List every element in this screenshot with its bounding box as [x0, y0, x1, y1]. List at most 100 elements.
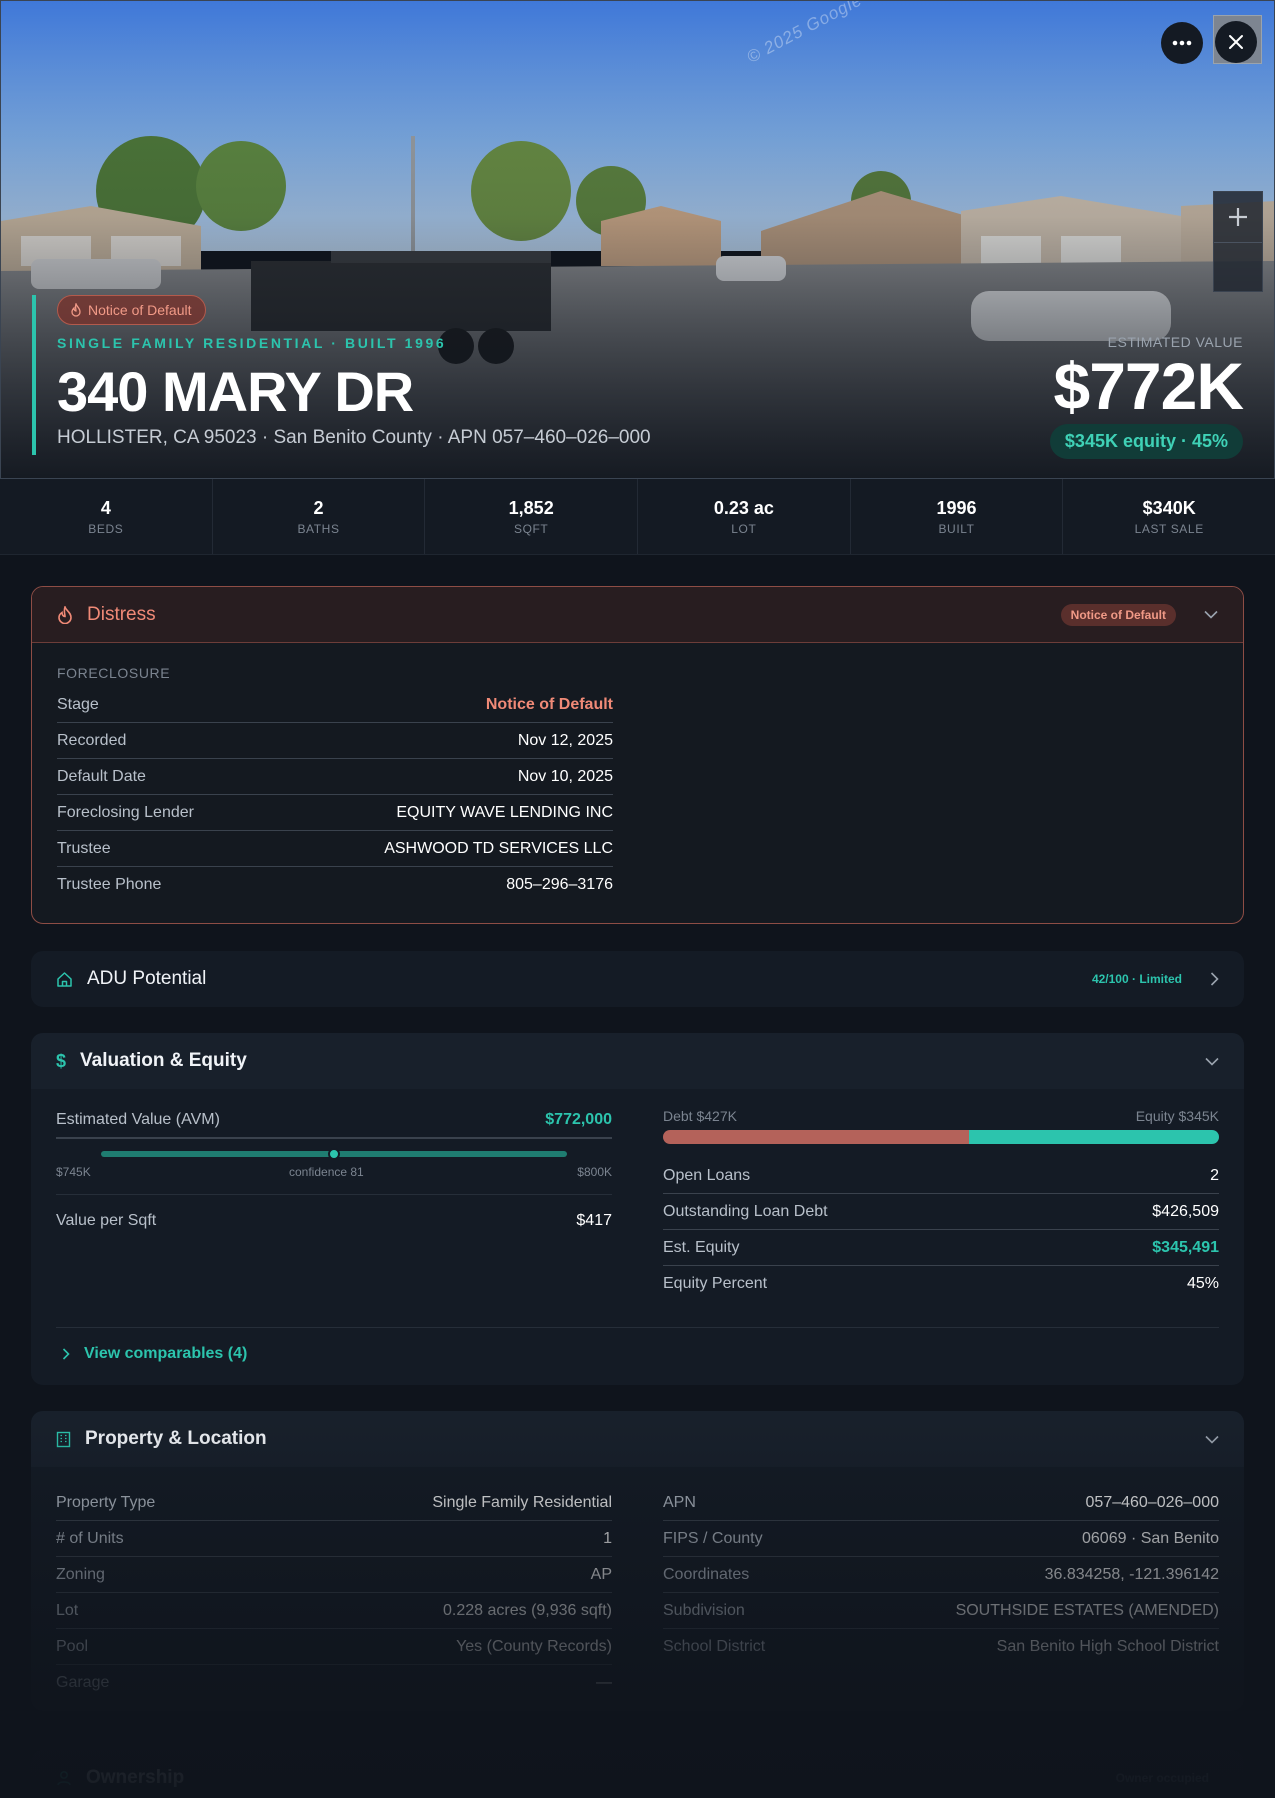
property-address: 340 MARY DR	[57, 360, 414, 423]
kv-value: 36.834258, -121.396142	[1044, 1565, 1219, 1583]
kv-key: Pool	[56, 1637, 89, 1655]
kv-row: Stage Notice of Default	[57, 687, 613, 723]
vps-value: $417	[576, 1212, 612, 1229]
adu-potential-card[interactable]: ADU Potential 42/100 · Limited	[31, 951, 1244, 1007]
kv-key: Subdivision	[663, 1601, 745, 1619]
kv-key: Open Loans	[663, 1166, 751, 1184]
kv-value: 2	[1210, 1166, 1219, 1184]
kv-row: Property Type Single Family Residential	[56, 1485, 612, 1521]
kv-value: Notice of Default	[485, 695, 613, 713]
kv-row: Subdivision SOUTHSIDE ESTATES (AMENDED)	[663, 1593, 1219, 1629]
stat-label: LAST SALE	[1134, 522, 1204, 536]
stat-value: 0.23 ac	[713, 498, 774, 518]
kv-key: Zoning	[56, 1565, 105, 1583]
kv-key: Garage	[56, 1674, 110, 1691]
kv-value: Single Family Residential	[432, 1493, 612, 1511]
value-per-sqft-row: Value per Sqft $417	[56, 1203, 612, 1239]
avm-row: Estimated Value (AVM) $772,000	[56, 1103, 612, 1139]
adu-card-header[interactable]: ADU Potential 42/100 · Limited	[31, 951, 1244, 1007]
property-subtitle: SINGLE FAMILY RESIDENTIAL · BUILT 1996	[57, 335, 447, 351]
stat-sqft: 1,852 SQFT	[425, 479, 639, 554]
debt-equity-labels: Debt $427K Equity $345K	[663, 1108, 1219, 1124]
ownership-badge: Owner occupied	[1115, 1771, 1209, 1785]
property-right-list: APN 057–460–026–000 FIPS / County 06069 · …	[663, 1485, 1219, 1665]
status-pill-label: Notice of Default	[88, 302, 192, 318]
stat-value: 1996	[936, 498, 977, 518]
kv-value: 1	[603, 1529, 612, 1547]
dollar-icon: $	[56, 1050, 67, 1071]
stat-label: LOT	[731, 522, 757, 536]
kv-row: Lot 0.228 acres (9,936 sqft)	[56, 1593, 612, 1629]
building-icon	[56, 1431, 71, 1447]
stat-built: 1996 BUILT	[851, 479, 1064, 554]
kv-key: # of Units	[56, 1529, 124, 1547]
confidence-label: confidence 81	[289, 1165, 364, 1179]
flame-icon	[71, 303, 81, 317]
equity-pill: $345K equity · 45%	[1049, 424, 1243, 459]
stat-baths: 2 BATHS	[213, 479, 426, 554]
user-icon	[57, 1771, 71, 1786]
distress-card-header[interactable]: Distress Notice of Default	[32, 587, 1243, 643]
chevron-right-icon	[1210, 972, 1219, 986]
kv-key: Outstanding Loan Debt	[663, 1202, 828, 1220]
kv-key: Trustee Phone	[57, 876, 162, 893]
ownership-card-header[interactable]: Ownership Owner occupied	[31, 1750, 1244, 1798]
property-card-header[interactable]: Property & Location	[31, 1411, 1244, 1467]
kv-row: Trustee Phone 805–296–3176	[57, 867, 613, 903]
ownership-card: Ownership Owner occupied	[31, 1750, 1244, 1798]
range-high: $800K	[577, 1165, 612, 1179]
view-comparables-link[interactable]: View comparables (4)	[84, 1345, 247, 1363]
valuation-card-header[interactable]: $ Valuation & Equity	[31, 1033, 1244, 1089]
kv-value: SOUTHSIDE ESTATES (AMENDED)	[955, 1601, 1219, 1619]
kv-key: Recorded	[57, 731, 127, 749]
kv-value: $426,509	[1152, 1202, 1219, 1220]
avm-column: Estimated Value (AVM) $772,000 $745K con…	[56, 1103, 612, 1239]
kv-row: Foreclosing Lender EQUITY WAVE LENDING IN…	[57, 795, 613, 831]
chevron-down-icon	[1205, 1435, 1219, 1444]
stat-label: BATHS	[297, 522, 340, 536]
zoom-out-button[interactable]	[1214, 242, 1262, 292]
zoom-in-button[interactable]	[1214, 192, 1262, 242]
stat-last-sale: $340K LAST SALE	[1063, 479, 1275, 554]
kv-value: Nov 10, 2025	[517, 767, 613, 785]
kv-key: Equity Percent	[663, 1275, 768, 1292]
kv-value: Yes (County Records)	[456, 1637, 612, 1655]
equity-column: Debt $427K Equity $345K Open Loans 2 Outs…	[663, 1108, 1219, 1302]
zoom-control	[1213, 191, 1263, 292]
kv-value: $345,491	[1152, 1238, 1219, 1256]
more-options-button[interactable]	[1161, 22, 1203, 64]
street-view-hero: © 2025 Google Notice of Default SINGLE F…	[0, 0, 1275, 479]
property-left-list: Property Type Single Family Residential #…	[56, 1485, 612, 1701]
foreclosure-list: Stage Notice of Default Recorded Nov 12, 2…	[57, 687, 613, 903]
equity-list: Open Loans 2 Outstanding Loan Debt $426,50…	[663, 1158, 1219, 1302]
kv-value: 057–460–026–000	[1085, 1493, 1219, 1511]
distress-title: Distress	[87, 603, 156, 625]
stat-value: 2	[313, 498, 324, 518]
kv-row: Equity Percent 45%	[663, 1266, 1219, 1302]
kv-key: Property Type	[56, 1493, 156, 1511]
kv-value: ASHWOOD TD SERVICES LLC	[384, 839, 613, 857]
kv-value: —	[596, 1674, 612, 1691]
kv-value: 805–296–3176	[506, 876, 613, 893]
kv-value: EQUITY WAVE LENDING INC	[396, 803, 613, 821]
home-icon	[57, 971, 72, 987]
chevron-down-icon	[1205, 1057, 1219, 1066]
kv-key: Default Date	[57, 767, 146, 785]
avm-range: $745K confidence 81 $800K	[56, 1139, 612, 1195]
stat-lot: 0.23 ac LOT	[638, 479, 851, 554]
kv-row: Open Loans 2	[663, 1158, 1219, 1194]
kv-row: FIPS / County 06069 · San Benito	[663, 1521, 1219, 1557]
equity-label: Equity $345K	[1135, 1108, 1219, 1124]
foreclosure-section-label: FORECLOSURE	[57, 665, 171, 681]
stat-label: SQFT	[513, 522, 549, 536]
vps-label: Value per Sqft	[56, 1212, 157, 1229]
hero-property-info: Notice of Default SINGLE FAMILY RESIDENT…	[32, 295, 651, 455]
kv-value: San Benito High School District	[996, 1638, 1219, 1655]
property-title: Property & Location	[85, 1428, 267, 1449]
debt-equity-bar	[663, 1130, 1219, 1144]
ownership-title: Ownership	[86, 1767, 185, 1788]
kv-value: Nov 12, 2025	[517, 731, 613, 749]
close-button[interactable]	[1215, 21, 1257, 63]
status-pill: Notice of Default	[57, 295, 206, 325]
kv-row: Coordinates 36.834258, -121.396142	[663, 1557, 1219, 1593]
